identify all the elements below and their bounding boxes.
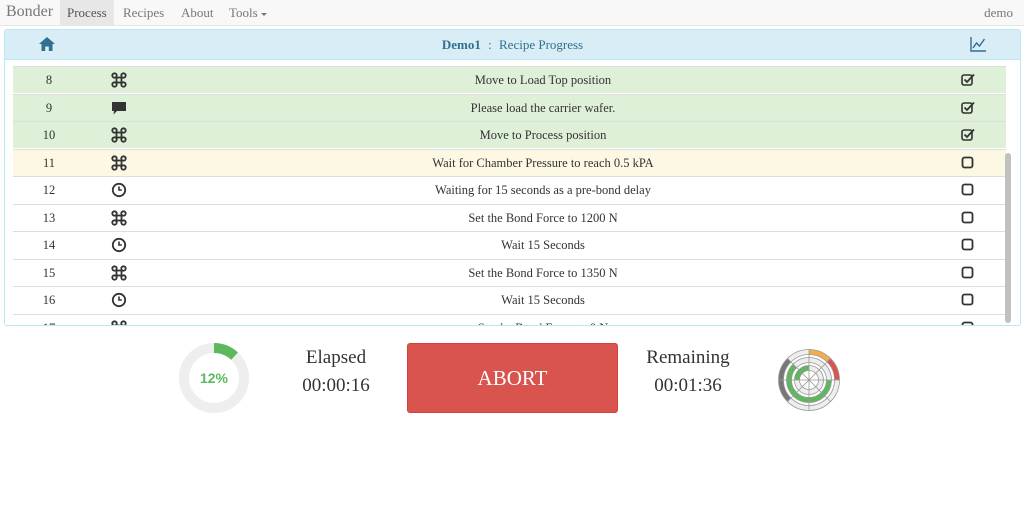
progress-donut: 12%	[179, 343, 249, 413]
step-row[interactable]: 14 Wait 15 Seconds	[13, 231, 1006, 258]
step-text: Move to Load Top position	[474, 73, 612, 87]
line-chart-icon[interactable]	[970, 37, 986, 52]
step-number: 9	[45, 100, 53, 115]
clock-icon	[111, 182, 127, 198]
checked-box-icon[interactable]	[961, 73, 975, 87]
step-row[interactable]: 9 Please load the carrier wafer.	[13, 93, 1006, 121]
step-row[interactable]: 15 Set the Bond Force to 1350 N	[13, 258, 1006, 286]
remaining-time: 00:01:36	[654, 375, 722, 396]
step-row[interactable]: 11 Wait for Chamber Pressure to reach 0.5…	[13, 148, 1006, 176]
recipe-progress-title: Recipe Progress	[499, 37, 584, 52]
elapsed-time: 00:00:16	[302, 375, 370, 396]
nav-process[interactable]: Process	[60, 0, 114, 26]
elapsed-block: Elapsed 00:00:16	[286, 347, 386, 397]
clock-icon	[111, 237, 127, 253]
scrollbar[interactable]	[1005, 153, 1011, 323]
unchecked-box-icon[interactable]	[961, 156, 975, 170]
remaining-block: Remaining 00:01:36	[636, 347, 740, 397]
step-number: 15	[42, 265, 56, 280]
checked-box-icon[interactable]	[961, 128, 975, 142]
step-row[interactable]: 17 Set the Bond Force to 0 N	[13, 313, 1006, 326]
command-icon	[111, 264, 127, 281]
clock-icon	[111, 292, 127, 308]
step-number: 13	[42, 210, 56, 225]
step-text: Move to Process position	[479, 128, 607, 142]
step-number: 8	[45, 73, 53, 87]
step-row[interactable]: 8 Move to Load Top position	[13, 66, 1006, 93]
step-row[interactable]: 13 Set the Bond Force to 1200 N	[13, 203, 1006, 231]
step-text: Wait 15 Seconds	[501, 238, 585, 252]
top-navbar: Bonder Process Recipes About Tools demo	[0, 0, 1024, 26]
nav-tools-label: Tools	[229, 5, 258, 20]
unchecked-box-icon[interactable]	[961, 266, 975, 280]
remaining-label: Remaining	[646, 347, 730, 368]
step-number: 10	[42, 128, 56, 142]
step-number: 14	[42, 238, 56, 252]
step-row[interactable]: 16 Wait 15 Seconds	[13, 286, 1006, 313]
panel-heading: Demo1 : Recipe Progress	[5, 30, 1020, 60]
caret-down-icon	[260, 12, 267, 16]
step-text: Wait for Chamber Pressure to reach 0.5 k…	[432, 155, 654, 170]
step-row[interactable]: 12 Waiting for 15 seconds as a pre-bond d…	[13, 176, 1006, 203]
step-text: Wait 15 Seconds	[501, 293, 585, 307]
title-separator: :	[488, 37, 492, 52]
unchecked-box-icon[interactable]	[961, 211, 975, 225]
step-number: 11	[42, 155, 56, 170]
step-number: 12	[42, 183, 56, 197]
elapsed-label: Elapsed	[305, 347, 367, 368]
step-text: Please load the carrier wafer.	[470, 100, 616, 115]
progress-percent: 12%	[200, 370, 229, 386]
unchecked-box-icon[interactable]	[961, 238, 975, 252]
brand-logo[interactable]: Bonder	[6, 3, 53, 21]
recipe-progress-panel: Demo1 : Recipe Progress 8 Move to Load To…	[4, 29, 1021, 326]
command-icon	[111, 127, 127, 143]
step-text: Waiting for 15 seconds as a pre-bond del…	[435, 183, 651, 197]
unchecked-box-icon[interactable]	[961, 293, 975, 307]
unchecked-box-icon[interactable]	[961, 183, 975, 197]
nav-about[interactable]: About	[174, 0, 221, 26]
step-text: Set the Bond Force to 1200 N	[468, 210, 618, 225]
step-text: Set the Bond Force to 1350 N	[468, 265, 618, 280]
command-icon	[111, 209, 127, 226]
step-number: 17	[13, 321, 85, 326]
checked-box-icon[interactable]	[961, 101, 975, 115]
step-number: 16	[42, 293, 56, 307]
command-icon	[111, 319, 127, 325]
recipe-name: Demo1	[441, 37, 481, 52]
comment-icon	[111, 100, 127, 116]
radial-status-icon[interactable]	[778, 349, 840, 411]
command-icon	[111, 154, 127, 171]
step-row[interactable]: 10 Move to Process position	[13, 121, 1006, 148]
unchecked-box-icon[interactable]	[961, 321, 975, 325]
nav-recipes[interactable]: Recipes	[116, 0, 171, 26]
panel-title: Demo1 : Recipe Progress	[5, 37, 1020, 53]
step-text: Set the Bond Force to 0 N	[173, 321, 913, 326]
abort-button[interactable]: ABORT	[407, 343, 618, 413]
user-menu[interactable]: demo	[984, 0, 1013, 25]
command-icon	[111, 72, 127, 88]
nav-tools[interactable]: Tools	[222, 0, 274, 26]
